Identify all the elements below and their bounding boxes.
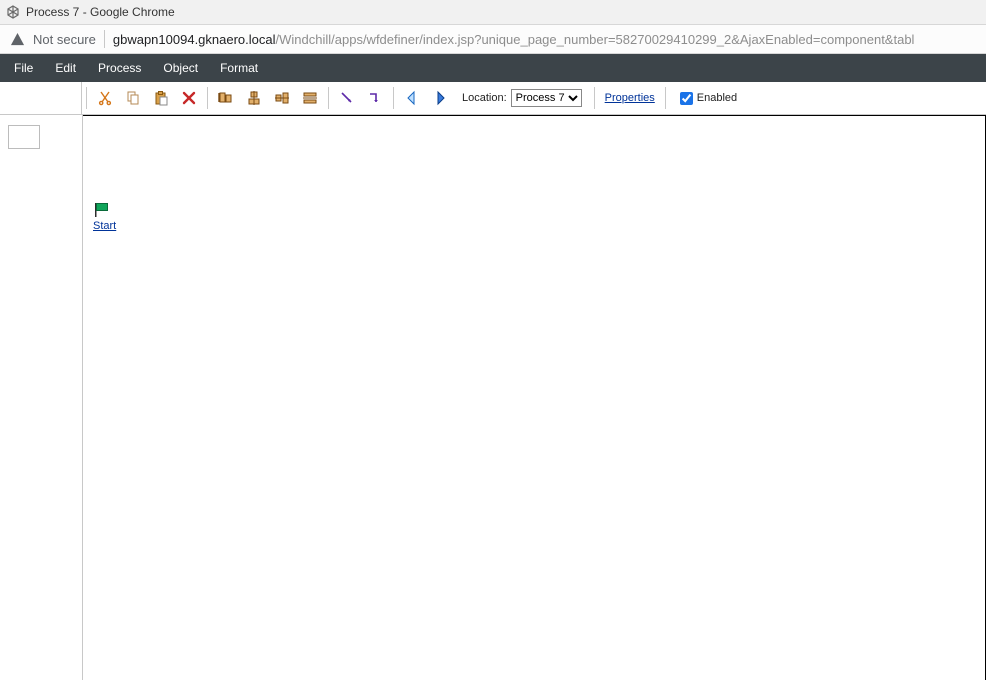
process-canvas[interactable]: Start <box>83 115 986 680</box>
toolbar-sep <box>594 87 595 109</box>
start-flag-icon <box>93 202 116 218</box>
workspace: Start <box>0 115 986 680</box>
connector-ortho-button[interactable] <box>363 86 387 110</box>
nav-forward-button[interactable] <box>428 86 452 110</box>
copy-icon <box>125 90 141 106</box>
nav-back-icon <box>404 90 420 106</box>
cut-icon <box>97 90 113 106</box>
canvas-wrap: Start <box>82 115 986 680</box>
menu-edit[interactable]: Edit <box>45 59 86 77</box>
align-left-button[interactable] <box>214 86 238 110</box>
paste-button[interactable] <box>149 86 173 110</box>
window-titlebar: Process 7 - Google Chrome <box>0 0 986 25</box>
url-text[interactable]: gbwapn10094.gknaero.local/Windchill/apps… <box>113 32 915 47</box>
cut-button[interactable] <box>93 86 117 110</box>
toolbar-row: Location: Process 7 Properties Enabled <box>0 82 986 115</box>
nav-back-button[interactable] <box>400 86 424 110</box>
align-left-icon <box>218 90 234 106</box>
addr-separator <box>104 30 105 48</box>
enabled-checkbox[interactable] <box>680 92 693 105</box>
not-secure-icon <box>10 32 25 47</box>
palette-column <box>0 115 82 680</box>
app-favicon-icon <box>6 5 20 19</box>
connector-diag-icon <box>339 90 355 106</box>
distribute-button[interactable] <box>298 86 322 110</box>
toolbar-sep <box>86 87 87 109</box>
menu-format[interactable]: Format <box>210 59 268 77</box>
app-menubar: File Edit Process Object Format <box>0 54 986 82</box>
window-title: Process 7 - Google Chrome <box>26 5 175 19</box>
delete-button[interactable] <box>177 86 201 110</box>
connector-diag-button[interactable] <box>335 86 359 110</box>
address-bar: Not secure gbwapn10094.gknaero.local/Win… <box>0 25 986 54</box>
toolbar-sep <box>207 87 208 109</box>
menu-file[interactable]: File <box>4 59 43 77</box>
toolbar-sep <box>328 87 329 109</box>
start-node[interactable]: Start <box>93 202 116 232</box>
not-secure-label: Not secure <box>33 32 96 47</box>
toolbar-sep <box>665 87 666 109</box>
paste-icon <box>153 90 169 106</box>
enabled-label: Enabled <box>697 92 737 104</box>
toolbar-left-gutter <box>0 82 82 114</box>
properties-link[interactable]: Properties <box>605 92 655 104</box>
connector-ortho-icon <box>367 90 383 106</box>
align-center-h-icon <box>246 90 262 106</box>
nav-forward-icon <box>432 90 448 106</box>
align-center-v-button[interactable] <box>270 86 294 110</box>
start-node-label[interactable]: Start <box>93 220 116 232</box>
location-select[interactable]: Process 7 <box>511 89 582 107</box>
toolbar: Location: Process 7 Properties Enabled <box>82 82 737 114</box>
delete-icon <box>181 90 197 106</box>
location-label: Location: <box>462 92 507 104</box>
menu-object[interactable]: Object <box>153 59 208 77</box>
url-path: /Windchill/apps/wfdefiner/index.jsp?uniq… <box>276 32 915 47</box>
copy-button[interactable] <box>121 86 145 110</box>
menu-process[interactable]: Process <box>88 59 151 77</box>
palette-slot[interactable] <box>8 125 40 149</box>
toolbar-sep <box>393 87 394 109</box>
align-center-h-button[interactable] <box>242 86 266 110</box>
distributed-icon <box>302 90 318 106</box>
url-host: gbwapn10094.gknaero.local <box>113 32 276 47</box>
align-center-v-icon <box>274 90 290 106</box>
